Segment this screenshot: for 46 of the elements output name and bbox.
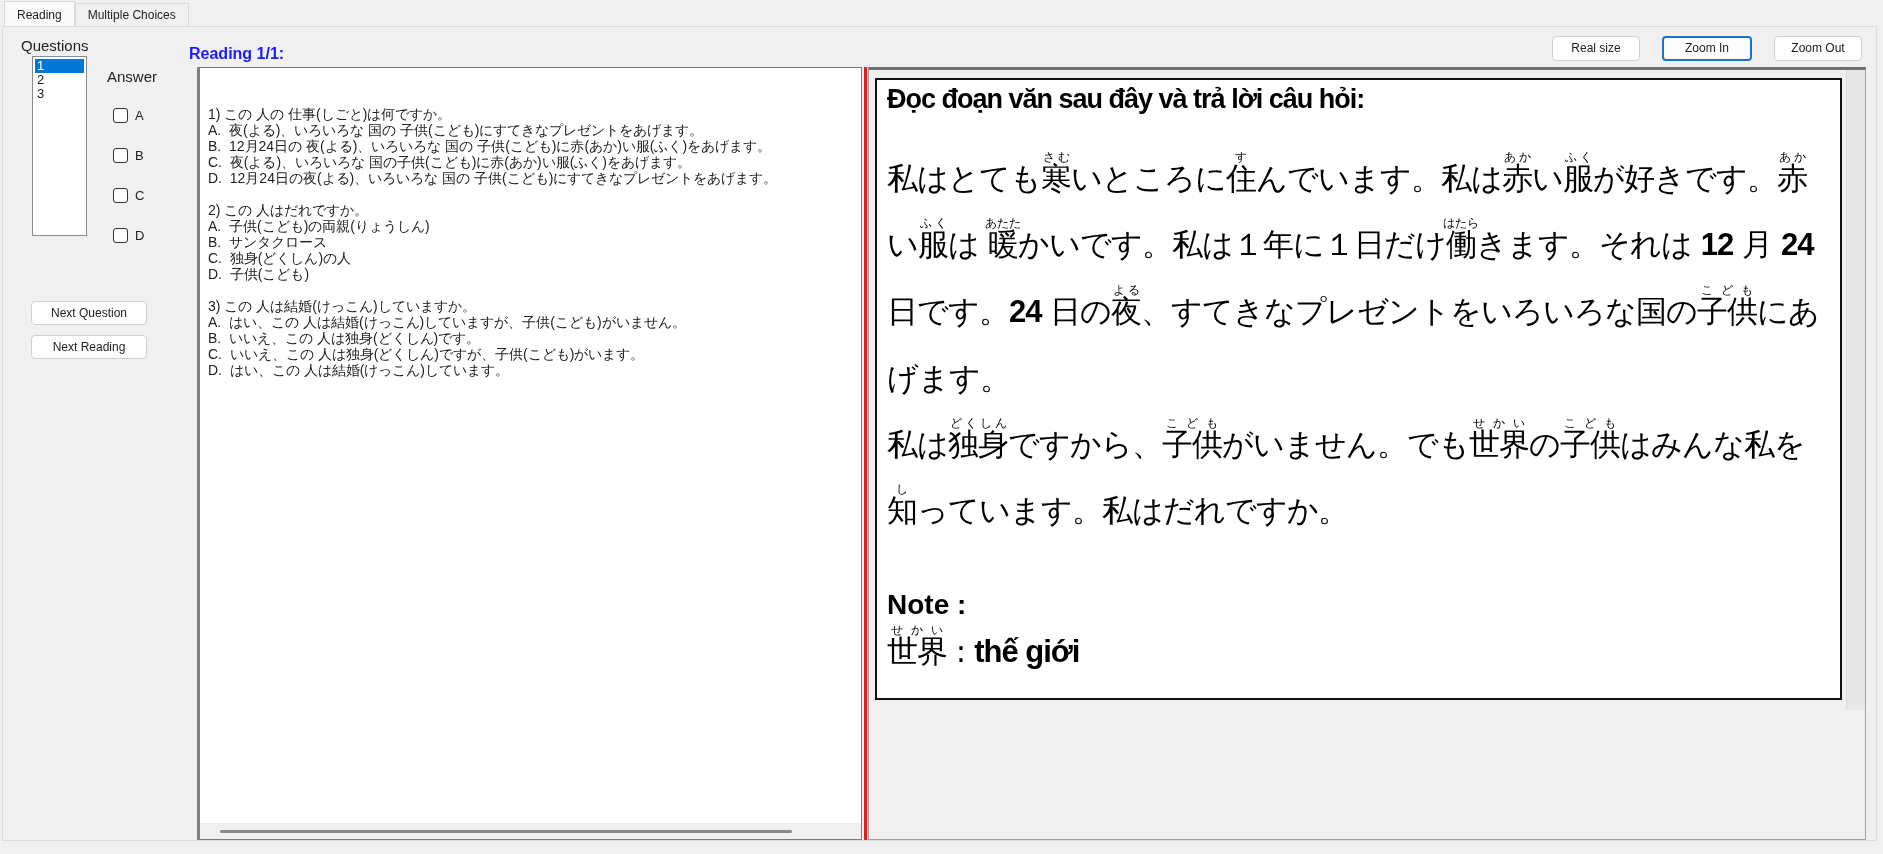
text-line: A. 子供(こども)の両親(りょうしん) bbox=[208, 218, 430, 234]
tab[interactable]: Reading bbox=[4, 1, 75, 26]
option-label: A bbox=[135, 107, 144, 123]
text-line: A. はい、この 人は結婚(けっこん)していますが、子供(こども)がいません。 bbox=[208, 314, 686, 330]
zoom-button[interactable]: Zoom Out bbox=[1774, 35, 1862, 61]
list-item[interactable]: 3 bbox=[35, 87, 84, 101]
text-line: 2) この 人はだれですか。 bbox=[208, 202, 369, 218]
list-item[interactable]: 2 bbox=[35, 73, 84, 87]
text-line: 3) この 人は結婚(けっこん)していますか。 bbox=[208, 298, 476, 314]
note-text: 世界 せかい : thế giới bbox=[887, 622, 1081, 671]
passage-paragraph: 私は独身 どくしん ですから、子供 こども がいません。でも世界 せかい の子供 こども はみんな私を 知 し っています。私はだれですか。 bbox=[887, 415, 1806, 530]
text-line: D. はい、この 人は結婚(けっこん)しています。 bbox=[208, 362, 509, 378]
checkbox[interactable] bbox=[113, 147, 128, 163]
checkbox[interactable] bbox=[113, 187, 128, 203]
questions-label: Questions bbox=[21, 37, 89, 54]
checkbox[interactable] bbox=[113, 107, 128, 123]
zoom-button[interactable]: Real size bbox=[1552, 35, 1640, 61]
option-label: C bbox=[135, 187, 145, 203]
tab[interactable]: Multiple Choices bbox=[74, 3, 189, 26]
text-line: C. いいえ、この 人は独身(どくしん)ですが、子供(こども)がいます。 bbox=[208, 346, 645, 362]
scrollbar[interactable] bbox=[1846, 70, 1865, 710]
text-line: D. 12月24日の夜(よる)、いろいろな 国の 子供(こども)にすてきなプレゼントをあげます。 bbox=[208, 170, 778, 186]
splitter[interactable] bbox=[863, 67, 867, 840]
checkbox[interactable] bbox=[113, 227, 128, 243]
reading-title: Reading 1/1: bbox=[189, 45, 285, 63]
passage-paragraph: 私はとても寒 さむ いところに住 す んでいます。私は赤 あか い服 ふく が好きです。赤 あか い服 ふく は 暖 あたた かいです。私は１年に１日だけ働 はたら きます。それは 12 月 24 日です。24 日の夜 よる 、すてきなプレゼントをいろいろな国の子供 こども にあげます。 bbox=[887, 149, 1821, 398]
text-line: C. 夜(よる)、いろいろな 国の子供(こども)に赤(あか)い服(ふく)をあげます。 bbox=[208, 154, 691, 170]
list-item[interactable]: 1 bbox=[35, 59, 84, 73]
text-line: B. 12月24日の 夜(よる)、いろいろな 国の 子供(こども)に赤(あか)い服(ふく)をあげます。 bbox=[208, 138, 772, 154]
nav-button[interactable]: Next Question bbox=[31, 301, 147, 325]
note-heading: Note : bbox=[887, 589, 968, 621]
option-label: B bbox=[135, 147, 144, 163]
text-line: C. 独身(どくしん)の人 bbox=[208, 250, 352, 266]
nav-button[interactable]: Next Reading bbox=[31, 335, 147, 359]
text-line: B. サンタクロース bbox=[208, 234, 327, 250]
passage-heading: Đọc đoạn văn sau đây và trả lời câu hỏi: bbox=[887, 84, 1366, 115]
text-line: B. いいえ、この 人は独身(どくしん)です。 bbox=[208, 330, 481, 346]
text-line: A. 夜(よる)、いろいろな 国の 子供(こども)にすてきなプレゼントをあげます。 bbox=[208, 122, 704, 138]
text-line: 1) この 人の 仕事(しごと)は何ですか。 bbox=[208, 106, 452, 122]
text-line: D. 子供(こども) bbox=[208, 266, 310, 282]
zoom-button[interactable]: Zoom In bbox=[1662, 35, 1752, 61]
answer-label: Answer bbox=[107, 68, 158, 85]
question-textbox[interactable] bbox=[197, 67, 862, 840]
question-list[interactable]: 1 2 3 bbox=[32, 56, 87, 236]
option-label: D bbox=[135, 227, 145, 243]
scrollbar-thumb[interactable] bbox=[220, 829, 792, 833]
